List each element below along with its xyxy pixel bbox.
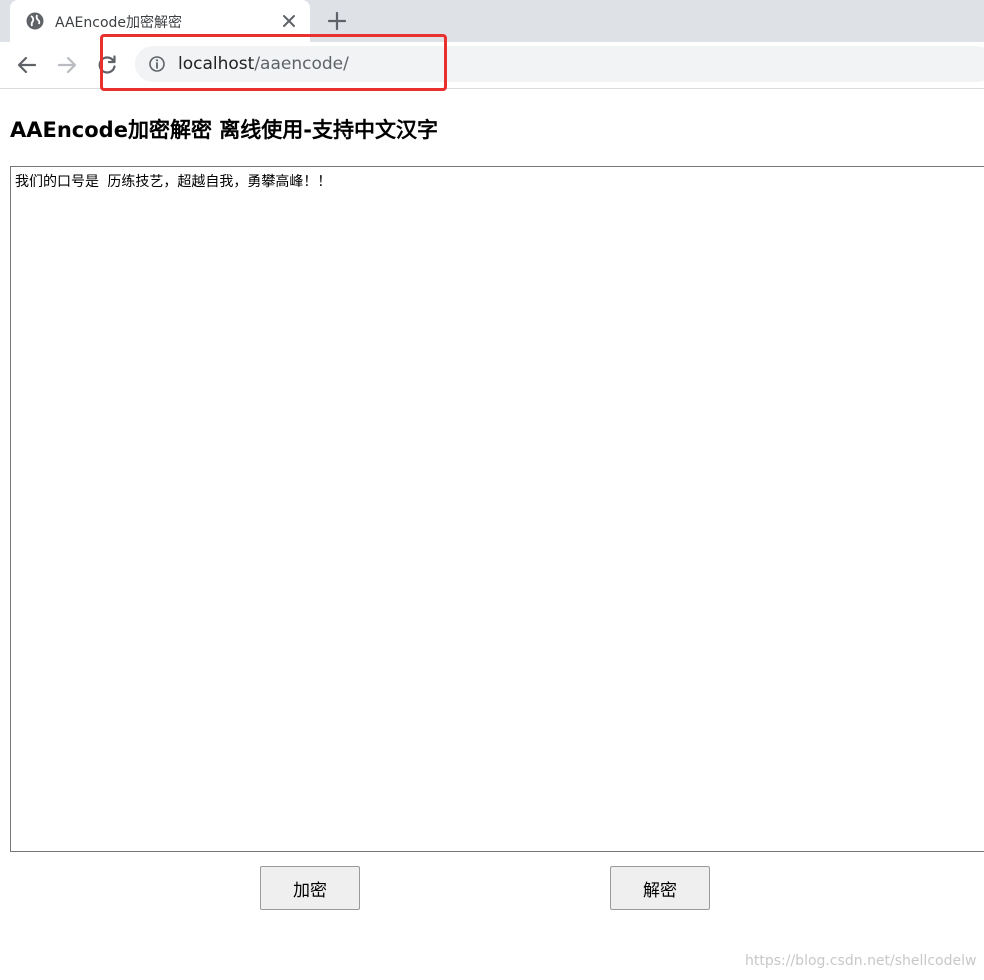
url-path: /aaencode/ — [254, 54, 349, 74]
info-icon[interactable] — [148, 55, 166, 73]
arrow-left-icon[interactable] — [15, 53, 39, 77]
url-text[interactable]: localhost/aaencode/ — [178, 54, 349, 74]
page-title: AAEncode加密解密 离线使用-支持中文汉字 — [10, 118, 438, 142]
browser-window: AAEncode加密解密 localhost/aaencode/ AAEncod… — [0, 0, 984, 980]
reload-icon[interactable] — [95, 53, 119, 77]
url-host: localhost — [178, 54, 255, 74]
globe-icon — [26, 12, 44, 30]
tab-title: AAEncode加密解密 — [55, 15, 183, 31]
watermark: https://blog.csdn.net/shellcodelw — [745, 953, 977, 969]
close-icon[interactable] — [280, 12, 298, 30]
tab-strip: AAEncode加密解密 — [0, 0, 984, 42]
input-textarea[interactable]: 我们的口号是 历练技艺，超越自我，勇攀高峰！！ — [10, 166, 984, 852]
encrypt-button[interactable]: 加密 — [260, 866, 360, 910]
address-bar[interactable]: localhost/aaencode/ — [135, 46, 984, 82]
arrow-right-icon[interactable] — [55, 53, 79, 77]
decrypt-button[interactable]: 解密 — [610, 866, 710, 910]
tab-aaencode[interactable]: AAEncode加密解密 — [10, 0, 310, 42]
plus-icon[interactable] — [326, 10, 348, 32]
browser-toolbar: localhost/aaencode/ — [0, 42, 984, 89]
